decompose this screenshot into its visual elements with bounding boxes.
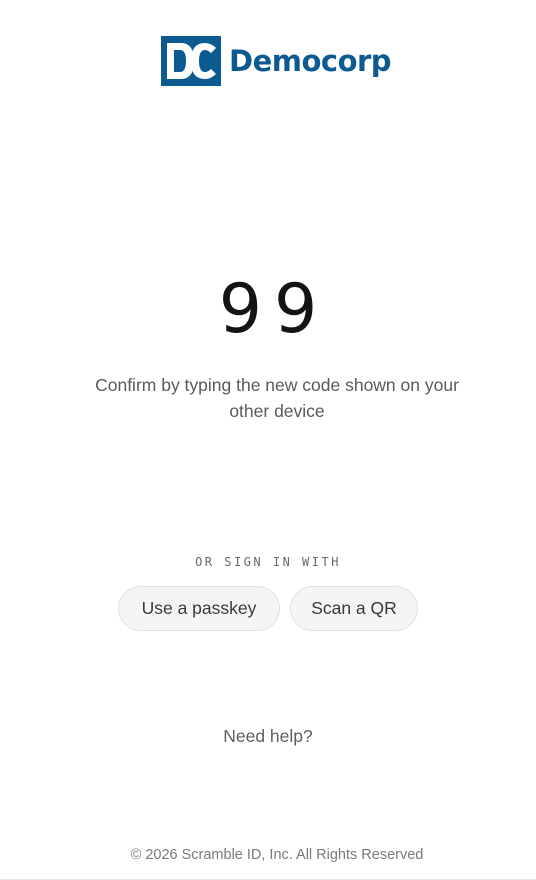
use-passkey-button[interactable]: Use a passkey — [118, 586, 280, 631]
verification-code: 99 — [218, 270, 330, 349]
brand-name: Democorp — [229, 44, 392, 78]
logo-mark-icon — [161, 36, 221, 86]
verification-instruction: Confirm by typing the new code shown on … — [95, 375, 459, 421]
scan-qr-button[interactable]: Scan a QR — [290, 586, 418, 631]
brand-logo: Democorp — [161, 36, 392, 86]
footer-copyright: © 2026 Scramble ID, Inc. All Rights Rese… — [130, 847, 424, 863]
sign-in-alternatives-label: OR SIGN IN WITH — [195, 555, 341, 569]
need-help-link[interactable]: Need help? — [0, 726, 536, 747]
sign-in-alternatives: Use a passkey Scan a QR — [0, 586, 536, 631]
